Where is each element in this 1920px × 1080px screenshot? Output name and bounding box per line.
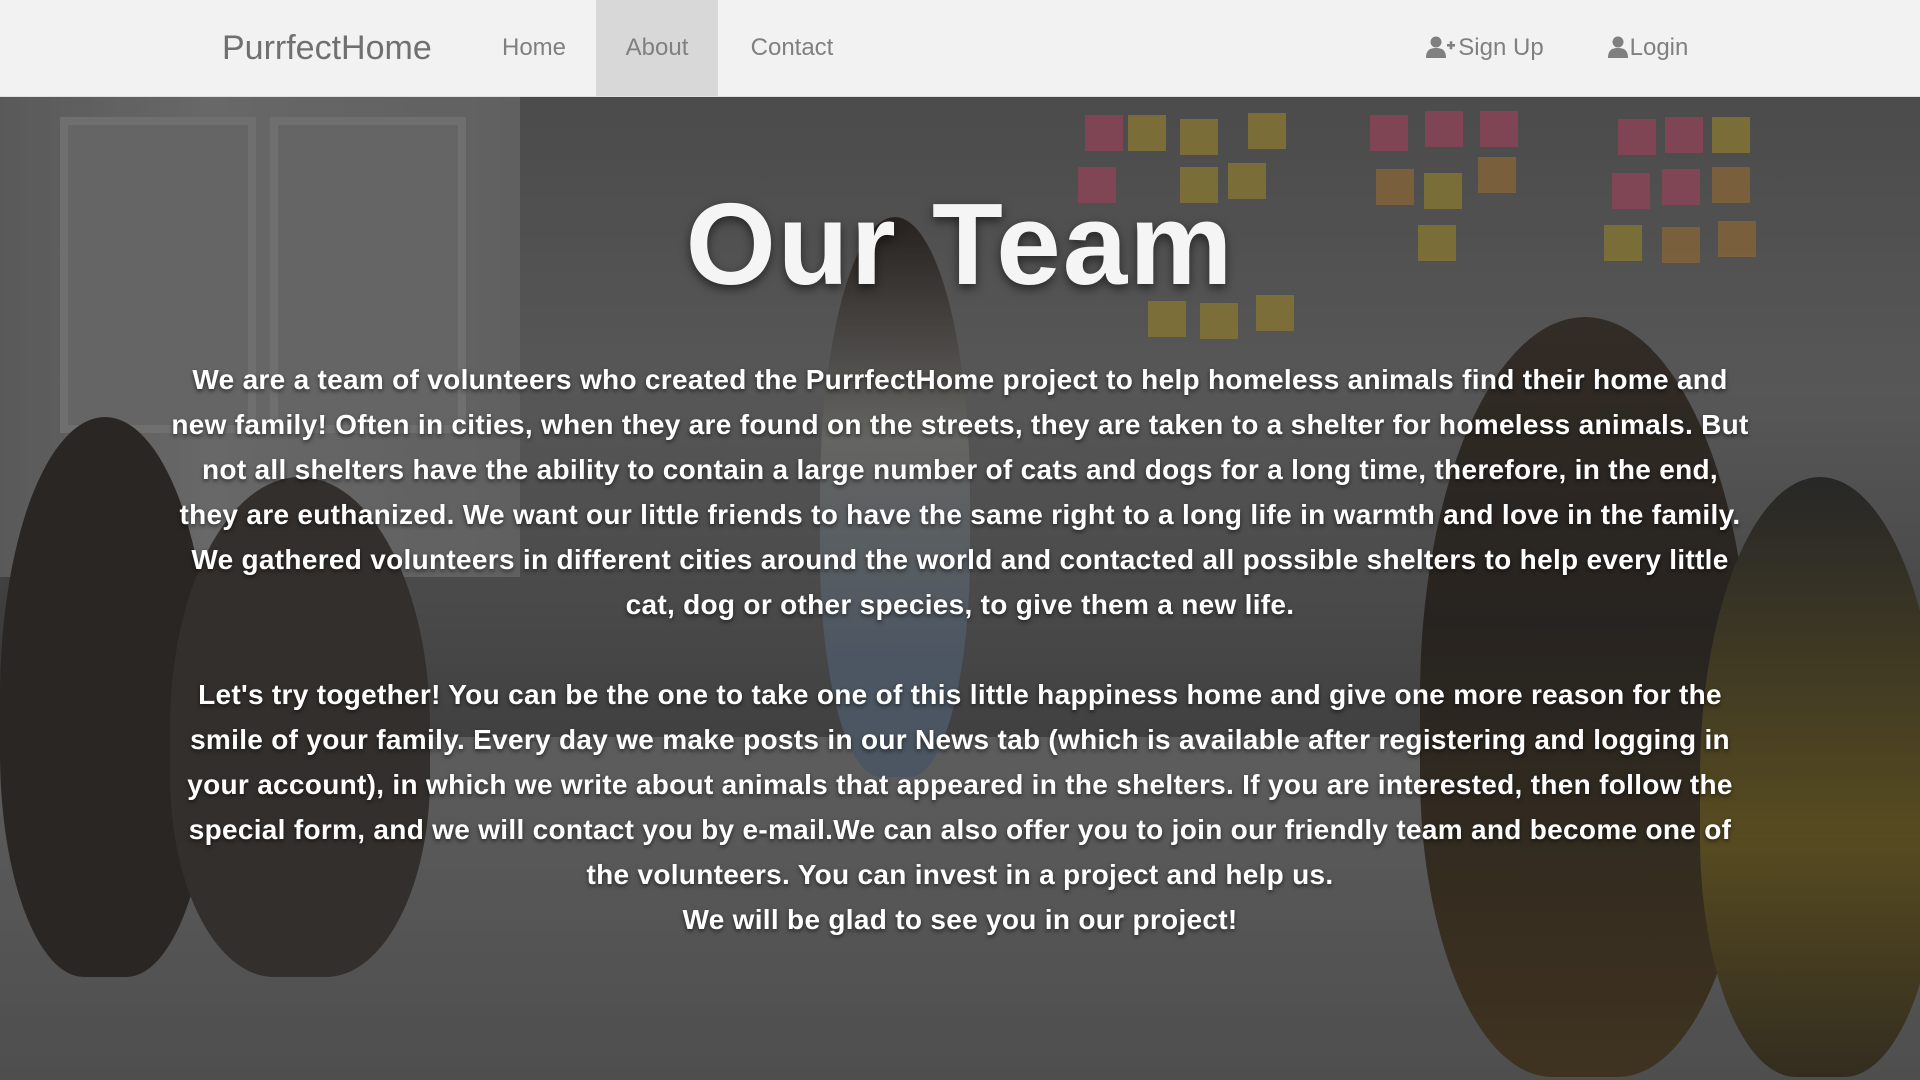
login-label: Login — [1629, 34, 1689, 61]
login-button[interactable]: Login — [1590, 0, 1706, 96]
signup-button[interactable]: Sign Up — [1410, 0, 1560, 96]
about-paragraph-2-text: Let's try together! You can be the one t… — [187, 679, 1733, 890]
about-paragraph-2: Let's try together! You can be the one t… — [170, 672, 1750, 942]
brand-logo-link[interactable]: PurrfectHome — [222, 0, 432, 96]
about-text: We are a team of volunteers who created … — [170, 357, 1750, 942]
about-hero-section: Our Team We are a team of volunteers who… — [0, 97, 1920, 1080]
page-title: Our Team — [685, 179, 1235, 309]
user-plus-icon — [1426, 35, 1456, 59]
nav-link-about[interactable]: About — [596, 0, 718, 96]
top-navbar: PurrfectHome Home About Contact Sign Up … — [0, 0, 1920, 97]
signup-label: Sign Up — [1458, 34, 1544, 61]
nav-link-contact[interactable]: Contact — [718, 0, 866, 96]
about-paragraph-1: We are a team of volunteers who created … — [171, 364, 1749, 620]
about-closing-line: We will be glad to see you in our projec… — [682, 904, 1238, 935]
user-icon — [1607, 35, 1628, 59]
nav-link-home[interactable]: Home — [478, 0, 590, 96]
